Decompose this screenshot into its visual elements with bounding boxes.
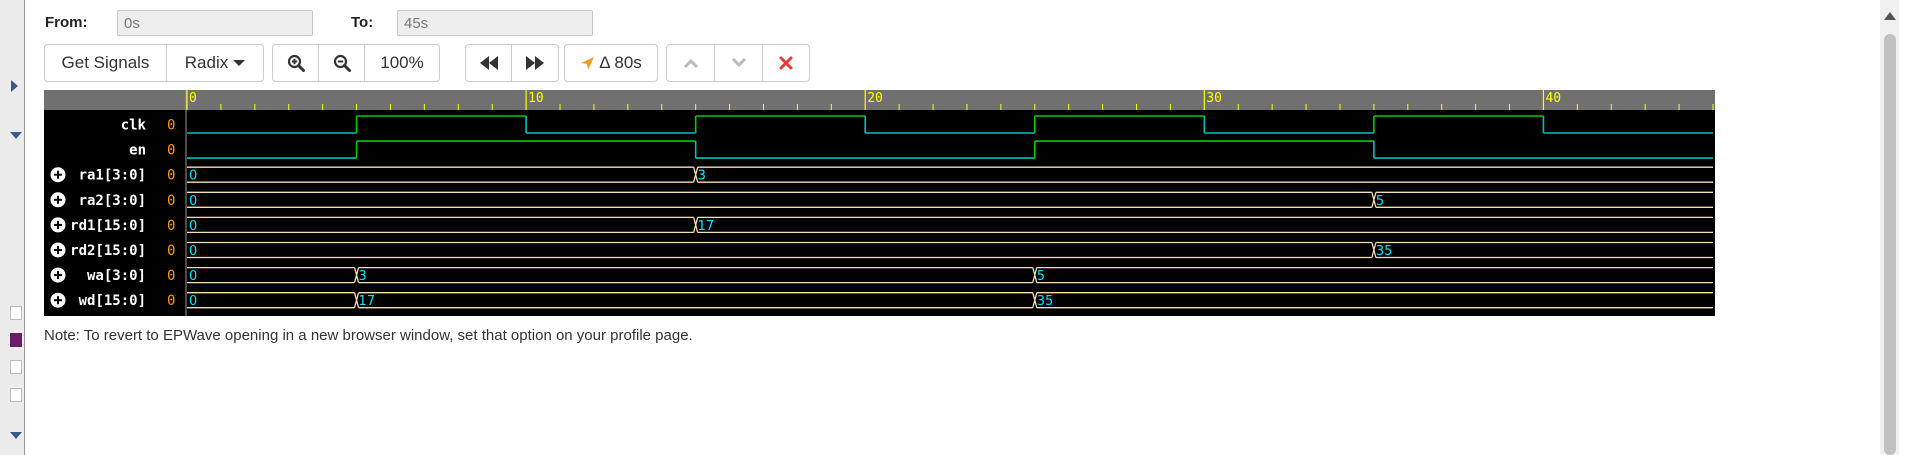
signal-value: 0 — [167, 118, 175, 134]
zoom-in-icon — [287, 54, 305, 72]
bus-value: 5 — [1037, 269, 1045, 284]
zoom-out-icon — [333, 54, 351, 72]
delta-label: Δ 80s — [599, 53, 642, 72]
signal-name: clk — [121, 118, 147, 134]
chevron-up-icon — [683, 58, 698, 68]
signal-value: 0 — [167, 218, 175, 234]
to-label: To: — [351, 14, 374, 31]
bus-value: 0 — [189, 169, 197, 184]
fast-forward-icon — [526, 56, 544, 70]
signal-name: ra1[3:0] — [79, 168, 146, 184]
zoom-group: 100% — [272, 44, 440, 82]
fast-backward-icon — [479, 56, 498, 70]
ruler-label: 10 — [528, 91, 544, 106]
move-down-button[interactable] — [715, 45, 763, 81]
delta-group: Δ 80s — [564, 44, 658, 82]
scroll-up-arrow-icon[interactable] — [1884, 12, 1896, 20]
remove-signal-button[interactable] — [763, 45, 809, 81]
navigate-group — [465, 44, 559, 82]
bus-value: 17 — [359, 294, 376, 309]
profile-note: Note: To revert to EPWave opening in a n… — [44, 327, 693, 344]
background-checkbox — [10, 360, 22, 374]
background-checkbox-checked — [10, 333, 22, 347]
from-label: From: — [45, 14, 88, 31]
vertical-scrollbar[interactable] — [1880, 0, 1900, 455]
prev-edge-button[interactable] — [466, 45, 512, 81]
scrollbar-thumb[interactable] — [1884, 34, 1896, 455]
zoom-in-button[interactable] — [273, 45, 319, 81]
caret-down-icon — [10, 432, 22, 439]
waveform-viewer[interactable]: 0 10 20 30 40 clk 0 en 0 ra1[3:0] 0 0 3 ra2[3:0] 0 0 5rd… — [44, 90, 1715, 316]
to-input[interactable] — [397, 10, 593, 36]
bus-value: 3 — [698, 169, 706, 184]
plus-circle-icon[interactable] — [50, 242, 66, 258]
from-input[interactable] — [117, 10, 313, 36]
delta-button[interactable]: Δ 80s — [565, 45, 657, 81]
signal-name: ra2[3:0] — [79, 193, 146, 209]
signal-name: rd1[15:0] — [70, 218, 146, 234]
signal-name: rd2[15:0] — [70, 243, 146, 259]
signal-order-group — [666, 44, 810, 82]
bus-value: 17 — [698, 219, 715, 234]
waveform-canvas[interactable]: 0 10 20 30 40clk 0en 0ra1[3:0] 0 0 3ra2[3:0] 0 0 5rd… — [44, 90, 1715, 316]
next-edge-button[interactable] — [512, 45, 558, 81]
ruler-label: 20 — [867, 91, 883, 106]
bus-value: 0 — [189, 269, 197, 284]
radix-dropdown[interactable]: Radix — [167, 45, 263, 81]
bus-value: 35 — [1376, 244, 1393, 259]
radix-label: Radix — [184, 53, 229, 72]
location-arrow-icon — [581, 56, 595, 70]
caret-down-icon — [233, 60, 246, 66]
plus-circle-icon[interactable] — [50, 167, 66, 183]
bus-value: 5 — [1376, 194, 1384, 209]
signal-value: 0 — [167, 243, 175, 259]
signal-name: wa[3:0] — [87, 268, 146, 284]
signal-name: wd[15:0] — [79, 293, 146, 309]
bus-value: 0 — [189, 244, 197, 259]
page-margin — [1899, 0, 1920, 455]
caret-down-icon — [10, 132, 22, 139]
signal-value: 0 — [167, 143, 175, 159]
ruler-label: 30 — [1206, 91, 1222, 106]
bus-value: 3 — [359, 269, 367, 284]
background-checkbox — [10, 306, 22, 320]
plus-circle-icon[interactable] — [50, 292, 66, 308]
signal-name: en — [129, 143, 146, 159]
caret-right-icon — [11, 80, 18, 92]
zoom-out-button[interactable] — [319, 45, 365, 81]
background-page-strip — [0, 0, 25, 455]
move-up-button[interactable] — [667, 45, 715, 81]
bus-value: 0 — [189, 219, 197, 234]
close-icon — [779, 56, 793, 70]
plus-circle-icon[interactable] — [50, 192, 66, 208]
epwave-panel: From: To: Get Signals Radix — [24, 0, 1900, 455]
bus-value: 0 — [189, 294, 197, 309]
ruler-label: 0 — [189, 91, 197, 106]
get-signals-button[interactable]: Get Signals — [45, 45, 167, 81]
signal-value: 0 — [167, 168, 175, 184]
zoom-level-button[interactable]: 100% — [365, 45, 439, 81]
ruler-label: 40 — [1545, 91, 1561, 106]
waveform-area — [44, 110, 1715, 316]
plus-circle-icon[interactable] — [50, 267, 66, 283]
signal-value: 0 — [167, 268, 175, 284]
bus-value: 35 — [1037, 294, 1054, 309]
plus-circle-icon[interactable] — [50, 217, 66, 233]
signals-group: Get Signals Radix — [44, 44, 264, 82]
signal-value: 0 — [167, 193, 175, 209]
chevron-down-icon — [731, 58, 746, 68]
bus-value: 0 — [189, 194, 197, 209]
background-checkbox — [10, 388, 22, 402]
signal-value: 0 — [167, 293, 175, 309]
